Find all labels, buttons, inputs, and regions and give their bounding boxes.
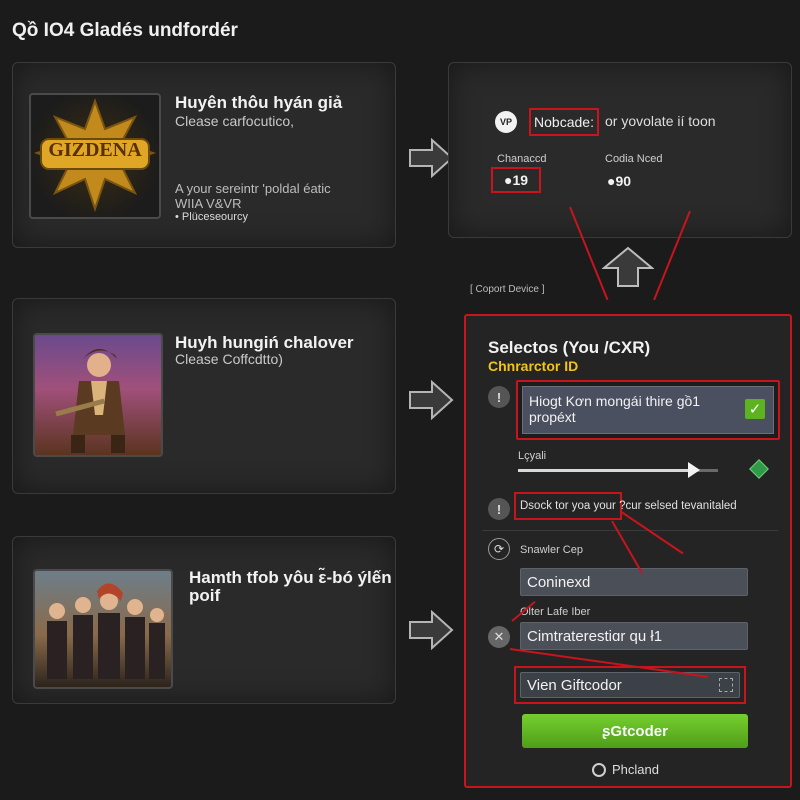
server-field[interactable]: Coninexd <box>520 568 748 596</box>
game-subtitle: Clease Coffcdtto) <box>175 351 283 367</box>
check-label: Dsock tor yoa your ?cur selsed tevanital… <box>520 500 737 512</box>
green-diamond-icon <box>749 459 769 479</box>
form-title: Selectos (You /CXR) <box>488 338 651 357</box>
game-subtitle: Clease carfocutico, <box>175 113 295 129</box>
party-art-icon <box>47 583 165 679</box>
charaged-value: ●19 <box>503 172 529 188</box>
info-icon[interactable]: ! <box>488 386 510 408</box>
info-icon[interactable]: ! <box>488 498 510 520</box>
game-card-3[interactable]: Hamth tfob yôu ε̃-bó ýlến poif <box>12 536 396 704</box>
arrow-up-icon <box>602 246 654 287</box>
character-art-icon <box>55 349 125 453</box>
charaged-label: Chanaccd <box>497 153 547 165</box>
submit-label: ʂGtcoder <box>602 722 668 740</box>
divider <box>482 530 778 531</box>
expand-icon[interactable] <box>719 678 733 692</box>
game-bullet-text: Plüceseourcy <box>181 211 248 223</box>
photo-link[interactable]: Phcland <box>592 762 659 777</box>
vp-badge-text: VP <box>499 117 512 127</box>
level-slider-handle-icon[interactable] <box>688 462 700 478</box>
giftcode-value: Vien Giftcodor <box>527 676 622 694</box>
game-thumbnail <box>33 333 163 457</box>
nobode-suffix: or yovolate ií toon <box>605 113 716 129</box>
photo-label: Phcland <box>612 762 659 777</box>
character-field[interactable]: Cimtraterestiɑr qu ł1 <box>520 622 748 650</box>
code-label: Codia Nced <box>605 153 663 165</box>
server-icon: ⟳ <box>488 538 510 560</box>
character-id-box[interactable]: Hiogt Kơn mongái thire gồ1 propéxt ✓ <box>516 380 780 440</box>
nobode-label: Nobcade: <box>534 114 594 130</box>
code-value: ●90 <box>607 173 632 189</box>
level-label: Lçyali <box>518 450 547 462</box>
game-title: Huyên thôu hyán giả <box>175 93 343 112</box>
page-title: Qồ IO4 Gladés undfordér <box>12 20 238 41</box>
arrow-right-icon <box>409 610 454 650</box>
game-thumbnail <box>33 569 173 689</box>
game-title: Hamth tfob yôu ε̃-bó ýlến poif <box>189 568 392 605</box>
game-description: A your sereintr 'poldal éatic WIIA V&VR <box>175 181 331 211</box>
photo-icon <box>592 762 606 777</box>
submit-giftcode-button[interactable]: ʂGtcoder <box>522 714 748 748</box>
checkbox-checked-icon[interactable]: ✓ <box>745 399 765 419</box>
level-slider-track[interactable] <box>518 462 718 478</box>
level-slider-fill <box>518 469 694 472</box>
other-label: Olter Lafe Iber <box>520 606 591 618</box>
vp-badge-icon: VP <box>495 111 517 133</box>
character-id-value: Hiogt Kơn mongái thire gồ1 propéxt <box>529 393 701 425</box>
arrow-right-icon <box>409 380 454 420</box>
support-label: [ Coport Device ] <box>470 284 545 295</box>
game-bullet: • Plüceseourcy <box>175 211 248 223</box>
info-panel: VP Nobcade: or yovolate ií toon Chanaccd… <box>448 62 792 238</box>
form-subtitle: Chnrarctor ID <box>488 358 579 374</box>
giftcode-box[interactable]: Vien Giftcodor <box>514 666 746 704</box>
game-card-1[interactable]: GIZDENA Huyên thôu hyán giả Clease carfo… <box>12 62 396 248</box>
game-title: Huyh hungiń chalover <box>175 333 354 352</box>
logo-text: GIZDENA <box>48 139 142 161</box>
game-card-2[interactable]: Huyh hungiń chalover Clease Coffcdtto) <box>12 298 396 494</box>
nobode-label-box: Nobcade: <box>529 108 599 136</box>
game-logo-thumbnail: GIZDENA <box>29 93 161 219</box>
character-id-input[interactable]: Hiogt Kơn mongái thire gồ1 propéxt ✓ <box>522 386 774 434</box>
server-label: Snawler Cep <box>520 544 583 556</box>
clear-icon[interactable]: ✕ <box>488 626 510 648</box>
charaged-value-box: ●19 <box>491 167 541 193</box>
